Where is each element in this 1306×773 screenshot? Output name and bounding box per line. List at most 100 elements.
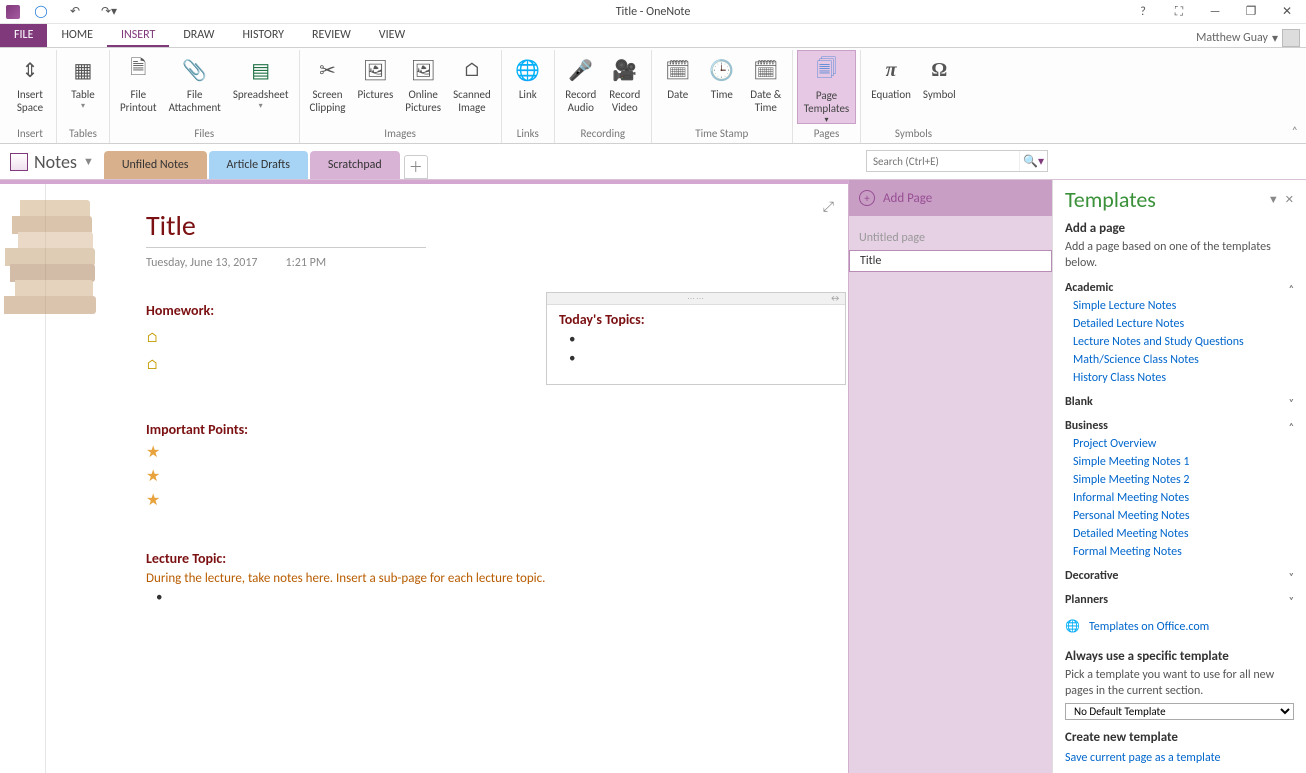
group-images-label: Images (304, 125, 497, 143)
screen-clipping-button[interactable]: ✂Screen Clipping (304, 50, 352, 124)
template-link[interactable]: Simple Lecture Notes (1073, 299, 1294, 313)
onenote-logo-icon (6, 5, 20, 19)
category-academic[interactable]: Academic˄ (1065, 281, 1294, 295)
bullet-item[interactable]: • (156, 590, 824, 605)
tab-history[interactable]: HISTORY (228, 24, 298, 47)
panel-close-icon[interactable]: ✕ (1285, 193, 1294, 206)
lecture-topic-heading[interactable]: Lecture Topic: (146, 550, 824, 567)
important-points-heading[interactable]: Important Points: (146, 421, 824, 438)
file-printout-button[interactable]: 🗎File Printout (114, 50, 163, 124)
category-blank[interactable]: Blank˅ (1065, 395, 1294, 409)
template-link[interactable]: Personal Meeting Notes (1073, 509, 1294, 523)
section-tab-unfiled[interactable]: Unfiled Notes (104, 151, 207, 179)
lecture-description[interactable]: During the lecture, take notes here. Ins… (146, 571, 824, 586)
link-button[interactable]: 🌐Link (506, 50, 550, 124)
template-link[interactable]: Project Overview (1073, 437, 1294, 451)
note-grip[interactable]: ⋯⋯↔ (547, 293, 845, 305)
date-time-button[interactable]: 🗓Date & Time (744, 50, 788, 124)
user-account[interactable]: Matthew Guay ▾ (1196, 29, 1306, 47)
search-input[interactable] (867, 155, 1019, 168)
notebook-picker[interactable]: Notes ▼ (0, 151, 104, 173)
restore-icon[interactable]: ❐ (1238, 2, 1264, 22)
bullet-item[interactable]: • (569, 332, 833, 347)
spreadsheet-button[interactable]: ▤Spreadsheet▾ (227, 50, 295, 124)
canvas-margin (0, 180, 46, 773)
chevron-down-icon: ▼ (83, 155, 94, 168)
redo-icon[interactable]: ↷▾ (96, 2, 122, 22)
todays-topics-heading[interactable]: Today's Topics: (559, 311, 833, 328)
table-icon: ▦ (67, 54, 99, 86)
expand-page-icon[interactable]: ⤢ (823, 198, 834, 215)
file-attachment-button[interactable]: 📎File Attachment (163, 50, 227, 124)
note-container[interactable]: ⋯⋯↔ Today's Topics: • • (546, 292, 846, 385)
pictures-button[interactable]: 🖼Pictures (351, 50, 399, 124)
chevron-down-icon: ˅ (1289, 594, 1294, 607)
page-canvas[interactable]: ⤢ Title Tuesday, June 13, 2017 1:21 PM H… (0, 180, 848, 773)
tab-file[interactable]: FILE (0, 24, 47, 47)
template-link[interactable]: Informal Meeting Notes (1073, 491, 1294, 505)
insert-space-button[interactable]: ⇕Insert Space (8, 50, 52, 124)
date-button[interactable]: 🗓Date (656, 50, 700, 124)
record-audio-button[interactable]: 🎤Record Audio (559, 50, 603, 124)
minimize-icon[interactable]: — (1202, 2, 1228, 22)
default-template-select[interactable]: No Default Template (1065, 703, 1294, 720)
notebook-name: Notes (34, 151, 77, 173)
tab-home[interactable]: HOME (47, 24, 107, 47)
template-link[interactable]: Detailed Meeting Notes (1073, 527, 1294, 541)
equation-button[interactable]: πEquation (865, 50, 917, 124)
add-page-button[interactable]: + Add Page (849, 180, 1052, 216)
page-item-untitled[interactable]: Untitled page (849, 228, 1052, 250)
tab-draw[interactable]: DRAW (169, 24, 228, 47)
help-icon[interactable]: ? (1130, 2, 1156, 22)
category-planners[interactable]: Planners˅ (1065, 593, 1294, 607)
star-icon: ★ (146, 466, 824, 486)
scanned-image-button[interactable]: ⌂Scanned Image (447, 50, 497, 124)
panel-options-icon[interactable]: ▼ (1268, 193, 1279, 206)
templates-icon: 🗐 (811, 55, 843, 87)
template-link[interactable]: Simple Meeting Notes 1 (1073, 455, 1294, 469)
collapse-ribbon-icon[interactable]: ˄ (1292, 125, 1298, 139)
template-link[interactable]: Formal Meeting Notes (1073, 545, 1294, 559)
page-templates-button[interactable]: 🗐Page Templates▾ (797, 50, 856, 124)
page-item-title[interactable]: Title (849, 250, 1052, 272)
add-section-button[interactable]: ＋ (404, 155, 428, 179)
tab-review[interactable]: REVIEW (298, 24, 365, 47)
bullet-item[interactable]: • (569, 351, 833, 366)
symbol-button[interactable]: ΩSymbol (917, 50, 962, 124)
notebook-icon (10, 153, 28, 171)
search-box[interactable]: 🔍▾ (866, 150, 1048, 172)
page-title[interactable]: Title (146, 208, 824, 247)
save-as-template-link[interactable]: Save current page as a template (1065, 751, 1294, 765)
template-link[interactable]: Simple Meeting Notes 2 (1073, 473, 1294, 487)
undo-icon[interactable]: ↶ (62, 2, 88, 22)
always-use-heading: Always use a specific template (1065, 649, 1294, 664)
page-date: Tuesday, June 13, 2017 (146, 256, 258, 270)
window-title: Title - OneNote (616, 5, 691, 19)
office-templates-link[interactable]: 🌐 Templates on Office.com (1065, 619, 1294, 635)
template-link[interactable]: Detailed Lecture Notes (1073, 317, 1294, 331)
template-link[interactable]: History Class Notes (1073, 371, 1294, 385)
time-button[interactable]: 🕒Time (700, 50, 744, 124)
table-button[interactable]: ▦Table▾ (61, 50, 105, 124)
ribbon: ⇕Insert Space Insert ▦Table▾ Tables 🗎Fil… (0, 48, 1306, 144)
template-link[interactable]: Math/Science Class Notes (1073, 353, 1294, 367)
tab-insert[interactable]: INSERT (107, 24, 169, 47)
fullscreen-icon[interactable]: ⛶ (1166, 2, 1192, 22)
star-icon: ★ (146, 490, 824, 510)
category-business[interactable]: Business˄ (1065, 419, 1294, 433)
online-picture-icon: 🖼 (407, 54, 439, 86)
search-icon[interactable]: 🔍▾ (1019, 151, 1047, 171)
printout-icon: 🗎 (122, 54, 154, 86)
template-link[interactable]: Lecture Notes and Study Questions (1073, 335, 1294, 349)
tab-view[interactable]: VIEW (365, 24, 419, 47)
close-icon[interactable]: ✕ (1274, 2, 1300, 22)
category-decorative[interactable]: Decorative˅ (1065, 569, 1294, 583)
record-video-button[interactable]: 🎥Record Video (603, 50, 647, 124)
online-pictures-button[interactable]: 🖼Online Pictures (399, 50, 447, 124)
section-tab-scratchpad[interactable]: Scratchpad (310, 151, 400, 179)
chevron-down-icon: ˅ (1289, 570, 1294, 583)
section-tab-drafts[interactable]: Article Drafts (209, 151, 308, 179)
back-icon[interactable]: ◯ (28, 2, 54, 22)
spreadsheet-icon: ▤ (245, 54, 277, 86)
templates-panel-title: Templates (1065, 186, 1262, 213)
